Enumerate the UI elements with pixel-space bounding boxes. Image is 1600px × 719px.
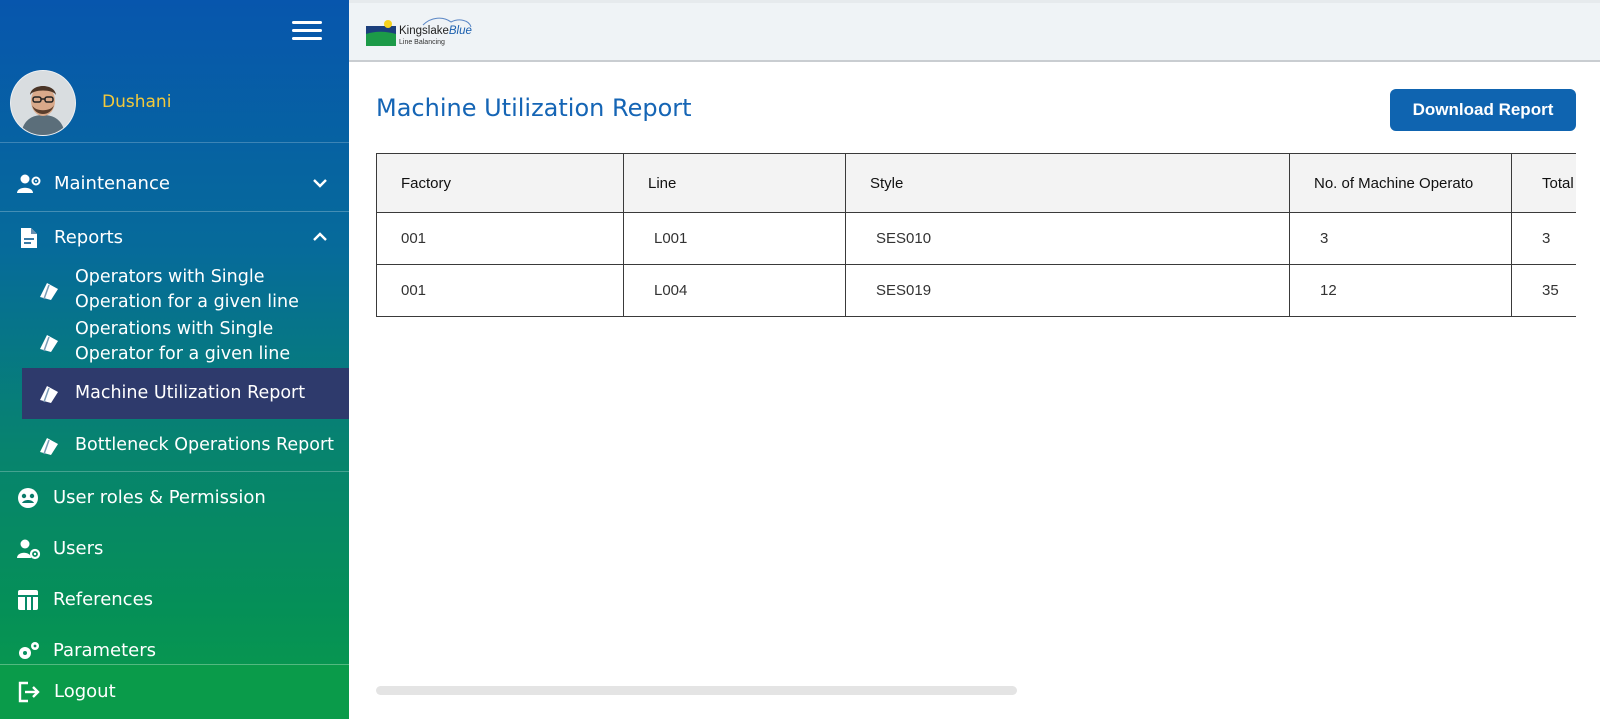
sidebar-subitem-label: Machine Utilization Report <box>75 383 306 403</box>
logo-brand: Kingslake <box>399 25 449 37</box>
sidebar-item-label: User roles & Permission <box>53 487 266 508</box>
user-gear-icon <box>17 174 41 193</box>
column-header-line[interactable]: Line <box>623 153 846 213</box>
logo-tagline: Line Balancing <box>399 39 445 46</box>
sidebar-item-maintenance[interactable]: Maintenance <box>0 159 349 209</box>
download-report-button[interactable]: Download Report <box>1390 89 1576 131</box>
document-icon <box>21 228 37 248</box>
sidebar-subitem-label: Operation for a given line <box>75 292 299 312</box>
user-settings-icon <box>17 539 41 560</box>
horizontal-scrollbar[interactable] <box>376 686 1017 695</box>
sidebar-subitem-label: Operations with Single <box>75 319 274 339</box>
sidebar-item-user-roles[interactable]: User roles & Permission <box>0 473 349 523</box>
table-cell: 35 <box>1511 264 1576 317</box>
table-cell: 3 <box>1511 212 1576 265</box>
sidebar-item-users[interactable]: Users <box>0 524 349 574</box>
chevron-down-icon <box>313 179 327 188</box>
sidebar-item-label: Users <box>53 538 104 559</box>
table-row[interactable]: 001 L004 SES019 12 35 <box>376 264 1576 317</box>
table-row[interactable]: 001 L001 SES010 3 3 <box>376 212 1576 265</box>
sidebar-subitem-operators-single-operation[interactable]: Operators with Single Operation for a gi… <box>22 264 349 316</box>
sidebar-subitem-label: Operators with Single <box>75 267 265 287</box>
avatar[interactable] <box>10 70 76 136</box>
column-header-machine-operators[interactable]: No. of Machine Operato <box>1289 153 1512 213</box>
roles-icon <box>18 488 38 508</box>
page-title: Machine Utilization Report <box>376 94 692 122</box>
table-cell: L004 <box>623 264 846 317</box>
table-icon <box>18 590 38 610</box>
report-swatch-icon <box>40 335 58 352</box>
table-cell: 12 <box>1289 264 1512 317</box>
logout-icon <box>18 681 40 703</box>
divider <box>0 471 349 472</box>
sidebar-item-label: Reports <box>54 227 124 248</box>
divider <box>0 211 349 212</box>
logo-brand-accent: Blue <box>448 25 472 37</box>
logout-label: Logout <box>54 681 116 702</box>
chevron-up-icon <box>313 232 327 241</box>
sidebar-subitem-machine-utilization-report[interactable]: Machine Utilization Report <box>22 368 349 419</box>
logout-section: Logout <box>0 664 349 719</box>
user-profile: Dushani <box>0 62 349 143</box>
table-cell: SES010 <box>845 212 1290 265</box>
report-swatch-icon <box>40 438 58 455</box>
sidebar-subitem-bottleneck-operations-report[interactable]: Bottleneck Operations Report <box>22 420 349 471</box>
sidebar-item-label: Parameters <box>53 640 157 661</box>
sidebar-subitem-label: Operator for a given line <box>75 344 291 364</box>
hamburger-menu-icon[interactable] <box>292 21 322 43</box>
table-cell: SES019 <box>845 264 1290 317</box>
table-cell: 001 <box>376 264 624 317</box>
report-table: Factory Line Style No. of Machine Operat… <box>376 153 1576 317</box>
table-header-row: Factory Line Style No. of Machine Operat… <box>376 153 1576 213</box>
sidebar-item-label: Maintenance <box>54 173 170 194</box>
sidebar-item-label: References <box>53 589 154 610</box>
top-bar: KingslakeBlue Line Balancing <box>349 0 1600 62</box>
column-header-style[interactable]: Style <box>845 153 1290 213</box>
column-header-factory[interactable]: Factory <box>376 153 624 213</box>
cogs-icon <box>19 642 39 659</box>
logout-button[interactable]: Logout <box>0 667 349 717</box>
sidebar-item-references[interactable]: References <box>0 575 349 625</box>
sidebar-subitem-operations-single-operator[interactable]: Operations with Single Operator for a gi… <box>22 316 349 368</box>
report-swatch-icon <box>40 386 58 403</box>
sidebar: Dushani Maintenance Reports Operators wi… <box>0 0 349 719</box>
report-table-container: Factory Line Style No. of Machine Operat… <box>376 153 1576 318</box>
report-swatch-icon <box>40 283 58 300</box>
table-cell: L001 <box>623 212 846 265</box>
column-header-total[interactable]: Total <box>1511 153 1576 213</box>
sidebar-item-reports[interactable]: Reports <box>0 213 349 263</box>
sidebar-subitem-label: Bottleneck Operations Report <box>75 435 335 455</box>
table-cell: 001 <box>376 212 624 265</box>
app-logo[interactable]: KingslakeBlue Line Balancing <box>365 17 479 51</box>
username: Dushani <box>102 92 172 112</box>
table-cell: 3 <box>1289 212 1512 265</box>
